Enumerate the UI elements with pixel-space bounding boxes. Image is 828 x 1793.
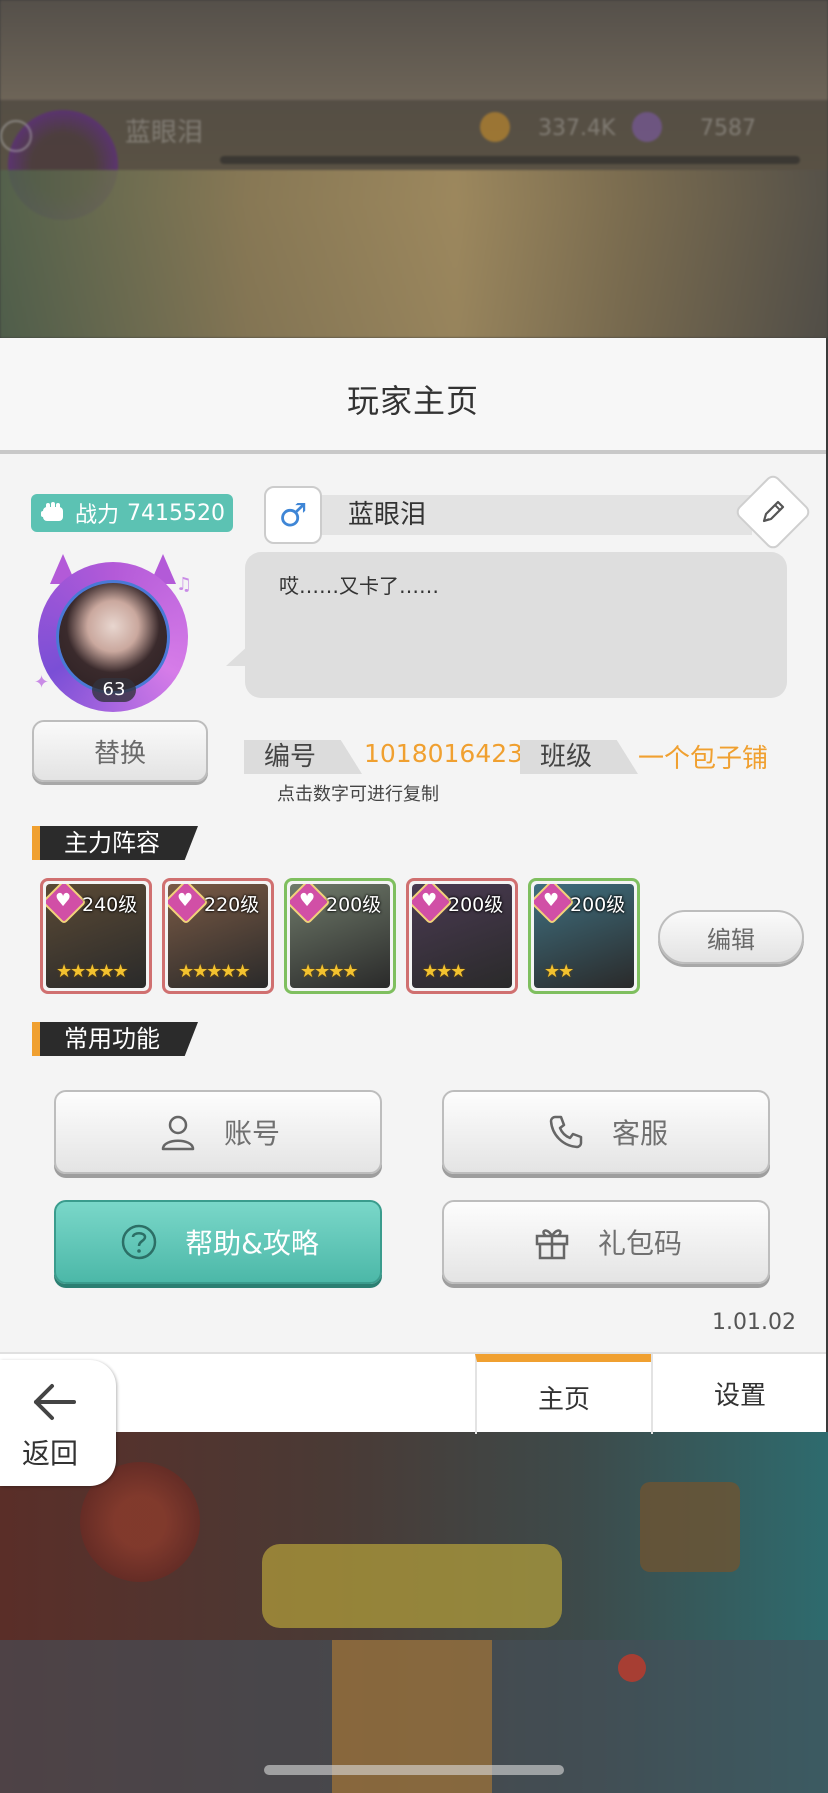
background-game-scene-bottom xyxy=(0,1432,828,1793)
gift-code-label: 礼包码 xyxy=(597,1227,682,1260)
background-exp-bar xyxy=(220,156,800,164)
power-label: 战力 xyxy=(75,503,120,528)
help-guide-button[interactable]: 帮助&攻略 xyxy=(54,1200,382,1284)
customer-service-label: 客服 xyxy=(611,1117,668,1150)
hero-card[interactable]: ♥ 240级 ★★★★★ xyxy=(40,878,152,994)
hero-level: 200级 xyxy=(326,894,382,916)
replace-avatar-button[interactable]: 替换 xyxy=(32,720,208,782)
fist-icon xyxy=(39,500,69,526)
gift-icon xyxy=(530,1220,574,1264)
hero-stars: ★★★★★ xyxy=(56,961,129,982)
functions-section-title: 常用功能 xyxy=(32,1022,198,1056)
hero-level: 200级 xyxy=(448,894,504,916)
account-label: 账号 xyxy=(223,1117,280,1150)
tab-home[interactable]: 主页 xyxy=(475,1354,651,1434)
back-button[interactable]: 返回 xyxy=(0,1360,116,1486)
hero-card[interactable]: ♥ 200级 ★★★★ xyxy=(284,878,396,994)
hero-portrait: ♥ 200级 ★★ xyxy=(534,884,634,988)
background-coin-icon xyxy=(480,112,510,142)
background-street-scene xyxy=(0,170,828,338)
hero-stars: ★★★ xyxy=(422,961,466,982)
heart-icon: ♥ xyxy=(177,890,194,911)
gift-code-button[interactable]: 礼包码 xyxy=(442,1200,770,1284)
power-badge: 战力 7415520 xyxy=(31,494,233,532)
hero-card[interactable]: ♥ 200级 ★★★ xyxy=(406,878,518,994)
background-game-scene-top: 蓝眼泪 337.4K 7587 xyxy=(0,0,828,338)
background-action-button xyxy=(262,1544,562,1628)
class-label: 班级 xyxy=(520,740,638,774)
hero-level: 220级 xyxy=(204,894,260,916)
hero-level: 200级 xyxy=(570,894,626,916)
player-level: 63 xyxy=(92,678,136,702)
tab-settings[interactable]: 设置 xyxy=(651,1354,827,1434)
id-label: 编号 xyxy=(244,740,362,774)
hero-portrait: ♥ 200级 ★★★ xyxy=(412,884,512,988)
back-label: 返回 xyxy=(22,1437,79,1470)
pencil-icon[interactable] xyxy=(753,492,793,532)
panel-header: 玩家主页 xyxy=(0,338,826,454)
music-note-icon: ♫ xyxy=(176,574,193,595)
hero-portrait: ♥ 200级 ★★★★ xyxy=(290,884,390,988)
hero-stars: ★★ xyxy=(544,961,574,982)
avatar[interactable]: ✦ ♫ 63 xyxy=(34,554,196,712)
heart-icon: ♥ xyxy=(543,890,560,911)
avatar-portrait xyxy=(56,580,170,694)
hero-card[interactable]: ♥ 220级 ★★★★★ xyxy=(162,878,274,994)
user-icon xyxy=(156,1110,200,1154)
hero-portrait: ♥ 220级 ★★★★★ xyxy=(168,884,268,988)
signature-text: 哎……又卡了…… xyxy=(279,574,439,598)
phone-icon xyxy=(544,1110,588,1154)
sparkle-icon: ✦ xyxy=(34,672,50,693)
player-name: 蓝眼泪 xyxy=(322,495,752,535)
hero-portrait: ♥ 240级 ★★★★★ xyxy=(46,884,146,988)
edit-lineup-button[interactable]: 编辑 xyxy=(658,910,804,964)
home-indicator xyxy=(264,1765,564,1775)
background-flower-icon xyxy=(0,120,32,152)
heart-icon: ♥ xyxy=(299,890,316,911)
arrow-left-icon xyxy=(30,1380,80,1424)
gender-male-icon: ♂ xyxy=(264,486,322,544)
player-id[interactable]: 1018016423 xyxy=(364,739,523,768)
panel-title: 玩家主页 xyxy=(346,382,479,420)
background-player-name: 蓝眼泪 xyxy=(125,118,204,148)
power-value: 7415520 xyxy=(127,500,225,526)
customer-service-button[interactable]: 客服 xyxy=(442,1090,770,1174)
question-icon xyxy=(117,1220,161,1264)
hero-level: 240级 xyxy=(82,894,138,916)
signature-bubble[interactable]: 哎……又卡了…… xyxy=(245,552,787,698)
hero-stars: ★★★★ xyxy=(300,961,359,982)
class-name[interactable]: 一个包子铺 xyxy=(638,738,768,775)
hero-card[interactable]: ♥ 200级 ★★ xyxy=(528,878,640,994)
background-gems: 7587 xyxy=(700,116,756,141)
background-notification-badge xyxy=(618,1654,646,1682)
version-number: 1.01.02 xyxy=(712,1310,796,1335)
heart-icon: ♥ xyxy=(55,890,72,911)
background-gem-icon xyxy=(632,112,662,142)
account-button[interactable]: 账号 xyxy=(54,1090,382,1174)
copy-hint: 点击数字可进行复制 xyxy=(277,784,439,805)
hero-stars: ★★★★★ xyxy=(178,961,251,982)
background-coins: 337.4K xyxy=(538,116,616,141)
lineup-section-title: 主力阵容 xyxy=(32,826,198,860)
help-guide-label: 帮助&攻略 xyxy=(185,1227,319,1260)
heart-icon: ♥ xyxy=(421,890,438,911)
panel-tab-bar: 主页 设置 xyxy=(0,1352,827,1434)
background-chest-icon xyxy=(640,1482,740,1572)
player-profile-panel: 玩家主页 战力 7415520 ✦ ♫ 63 替换 ♂ 蓝眼泪 哎……又卡了……… xyxy=(0,338,827,1434)
